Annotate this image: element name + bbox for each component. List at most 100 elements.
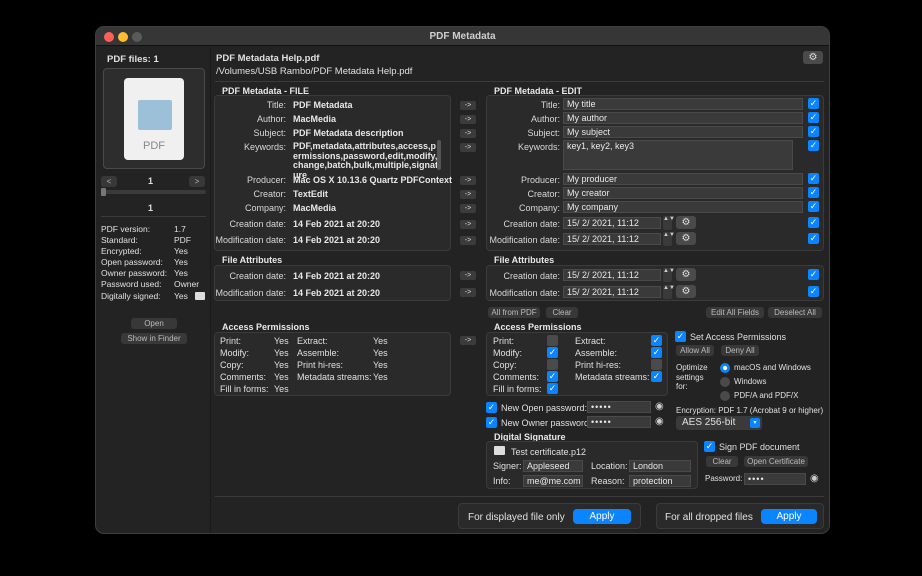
gear-icon[interactable]: ⚙ bbox=[676, 232, 696, 245]
date-field[interactable]: 15/ 2/ 2021, 11:12 bbox=[563, 233, 661, 245]
permission-checkbox[interactable]: ✓ bbox=[547, 371, 558, 382]
deny-all-button[interactable]: Deny All bbox=[721, 345, 759, 356]
info-key: Password used: bbox=[101, 279, 162, 289]
prev-page-button[interactable]: < bbox=[101, 176, 117, 187]
zoom-window-button[interactable] bbox=[132, 32, 142, 42]
apply-dropped-button[interactable]: Apply bbox=[761, 509, 817, 524]
new-open-password-checkbox[interactable]: ✓ bbox=[486, 402, 497, 413]
copy-arrow-button[interactable]: -> bbox=[460, 288, 476, 297]
field-enable-checkbox[interactable]: ✓ bbox=[808, 112, 819, 123]
sign-pdf-checkbox[interactable]: ✓ bbox=[704, 441, 715, 452]
minimize-window-button[interactable] bbox=[118, 32, 128, 42]
eye-icon[interactable]: ◉ bbox=[810, 473, 819, 484]
meta-field[interactable]: My creator bbox=[563, 187, 803, 199]
info-row: Password used: Owner bbox=[101, 279, 206, 290]
clear-fields-button[interactable]: Clear bbox=[546, 307, 578, 318]
field-enable-checkbox[interactable]: ✓ bbox=[808, 233, 819, 244]
date-field[interactable]: 15/ 2/ 2021, 11:12 bbox=[563, 217, 661, 229]
info-field[interactable]: me@me.com bbox=[523, 475, 583, 487]
slider-handle[interactable] bbox=[101, 188, 106, 196]
optimize-windows-radio[interactable] bbox=[720, 377, 730, 387]
permission-checkbox[interactable]: ✓ bbox=[547, 383, 558, 394]
eye-icon[interactable]: ◉ bbox=[655, 416, 664, 427]
title-bar[interactable]: PDF Metadata bbox=[96, 27, 829, 46]
meta-field[interactable]: My producer bbox=[563, 173, 803, 185]
field-enable-checkbox[interactable]: ✓ bbox=[808, 269, 819, 280]
all-from-pdf-button[interactable]: All from PDF bbox=[488, 307, 540, 318]
allow-all-button[interactable]: Allow All bbox=[676, 345, 714, 356]
copy-arrow-button[interactable]: -> bbox=[460, 220, 476, 229]
permission-checkbox[interactable] bbox=[547, 335, 558, 346]
reason-field[interactable]: protection bbox=[629, 475, 691, 487]
meta-field[interactable]: My author bbox=[563, 112, 803, 124]
new-owner-password-checkbox[interactable]: ✓ bbox=[486, 417, 497, 428]
copy-arrow-button[interactable]: -> bbox=[460, 204, 476, 213]
permission-checkbox[interactable] bbox=[651, 359, 662, 370]
permission-checkbox[interactable]: ✓ bbox=[651, 335, 662, 346]
date-stepper[interactable]: ▲▼ bbox=[663, 285, 675, 299]
apply-displayed-button[interactable]: Apply bbox=[573, 509, 631, 524]
set-access-permissions-checkbox[interactable]: ✓ bbox=[675, 331, 686, 342]
copy-arrow-button[interactable]: -> bbox=[460, 143, 476, 152]
copy-arrow-button[interactable]: -> bbox=[460, 271, 476, 280]
field-enable-checkbox[interactable]: ✓ bbox=[808, 286, 819, 297]
permission-checkbox[interactable]: ✓ bbox=[651, 347, 662, 358]
keywords-scrollbar[interactable] bbox=[437, 140, 441, 170]
date-stepper[interactable]: ▲▼ bbox=[663, 232, 675, 246]
field-enable-checkbox[interactable]: ✓ bbox=[808, 140, 819, 151]
gear-menu-icon[interactable]: ⚙ bbox=[803, 51, 823, 64]
encryption-select[interactable]: AES 256-bit ▾ bbox=[676, 416, 762, 430]
permission-checkbox[interactable]: ✓ bbox=[651, 371, 662, 382]
pdf-thumbnail[interactable]: PDF bbox=[103, 68, 205, 169]
new-owner-password-field[interactable]: ••••• bbox=[587, 416, 651, 428]
encryption-label: Encryption: PDF 1.7 (Acrobat 9 or higher… bbox=[676, 406, 824, 415]
show-in-finder-button[interactable]: Show in Finder bbox=[121, 333, 187, 344]
meta-field[interactable]: My subject bbox=[563, 126, 803, 138]
copy-arrow-button[interactable]: -> bbox=[460, 176, 476, 185]
copy-arrow-button[interactable]: -> bbox=[460, 190, 476, 199]
meta-field[interactable]: My company bbox=[563, 201, 803, 213]
field-enable-checkbox[interactable]: ✓ bbox=[808, 187, 819, 198]
edit-all-fields-button[interactable]: Edit All Fields bbox=[706, 307, 764, 318]
gear-icon[interactable]: ⚙ bbox=[676, 216, 696, 229]
meta-field[interactable]: My title bbox=[563, 98, 803, 110]
new-open-password-field[interactable]: ••••• bbox=[587, 401, 651, 413]
permission-label: Print: bbox=[220, 336, 242, 346]
optimize-macos-windows-radio[interactable] bbox=[720, 363, 730, 373]
field-enable-checkbox[interactable]: ✓ bbox=[808, 173, 819, 184]
permission-checkbox[interactable]: ✓ bbox=[547, 347, 558, 358]
gear-icon[interactable]: ⚙ bbox=[676, 285, 696, 298]
file-meta-label: Subject: bbox=[253, 128, 286, 138]
next-page-button[interactable]: > bbox=[189, 176, 205, 187]
copy-arrow-button[interactable]: -> bbox=[460, 115, 476, 124]
file-attr-label: Modification date: bbox=[215, 288, 286, 298]
permission-value: Yes bbox=[274, 384, 289, 394]
date-stepper[interactable]: ▲▼ bbox=[663, 216, 675, 230]
copy-arrow-button[interactable]: -> bbox=[460, 101, 476, 110]
date-field[interactable]: 15/ 2/ 2021, 11:12 bbox=[563, 286, 661, 298]
deselect-all-button[interactable]: Deselect All bbox=[768, 307, 822, 318]
date-field[interactable]: 15/ 2/ 2021, 11:12 bbox=[563, 269, 661, 281]
open-certificate-button[interactable]: Open Certificate bbox=[744, 456, 808, 467]
page-slider[interactable] bbox=[101, 188, 206, 196]
signature-password-field[interactable]: •••• bbox=[744, 473, 806, 485]
copy-permissions-arrow-button[interactable]: -> bbox=[460, 336, 476, 345]
field-enable-checkbox[interactable]: ✓ bbox=[808, 201, 819, 212]
optimize-pdfa-radio[interactable] bbox=[720, 391, 730, 401]
field-enable-checkbox[interactable]: ✓ bbox=[808, 217, 819, 228]
certificate-name: Test certificate.p12 bbox=[511, 447, 587, 457]
date-stepper[interactable]: ▲▼ bbox=[663, 268, 675, 282]
open-button[interactable]: Open bbox=[131, 318, 177, 329]
permission-checkbox[interactable] bbox=[547, 359, 558, 370]
field-enable-checkbox[interactable]: ✓ bbox=[808, 126, 819, 137]
copy-arrow-button[interactable]: -> bbox=[460, 129, 476, 138]
location-field[interactable]: London bbox=[629, 460, 691, 472]
signature-clear-button[interactable]: Clear bbox=[706, 456, 738, 467]
copy-arrow-button[interactable]: -> bbox=[460, 236, 476, 245]
field-enable-checkbox[interactable]: ✓ bbox=[808, 98, 819, 109]
signer-field[interactable]: Appleseed bbox=[523, 460, 583, 472]
close-window-button[interactable] bbox=[104, 32, 114, 42]
keywords-field[interactable]: key1, key2, key3 bbox=[563, 140, 793, 170]
eye-icon[interactable]: ◉ bbox=[655, 401, 664, 412]
gear-icon[interactable]: ⚙ bbox=[676, 268, 696, 281]
